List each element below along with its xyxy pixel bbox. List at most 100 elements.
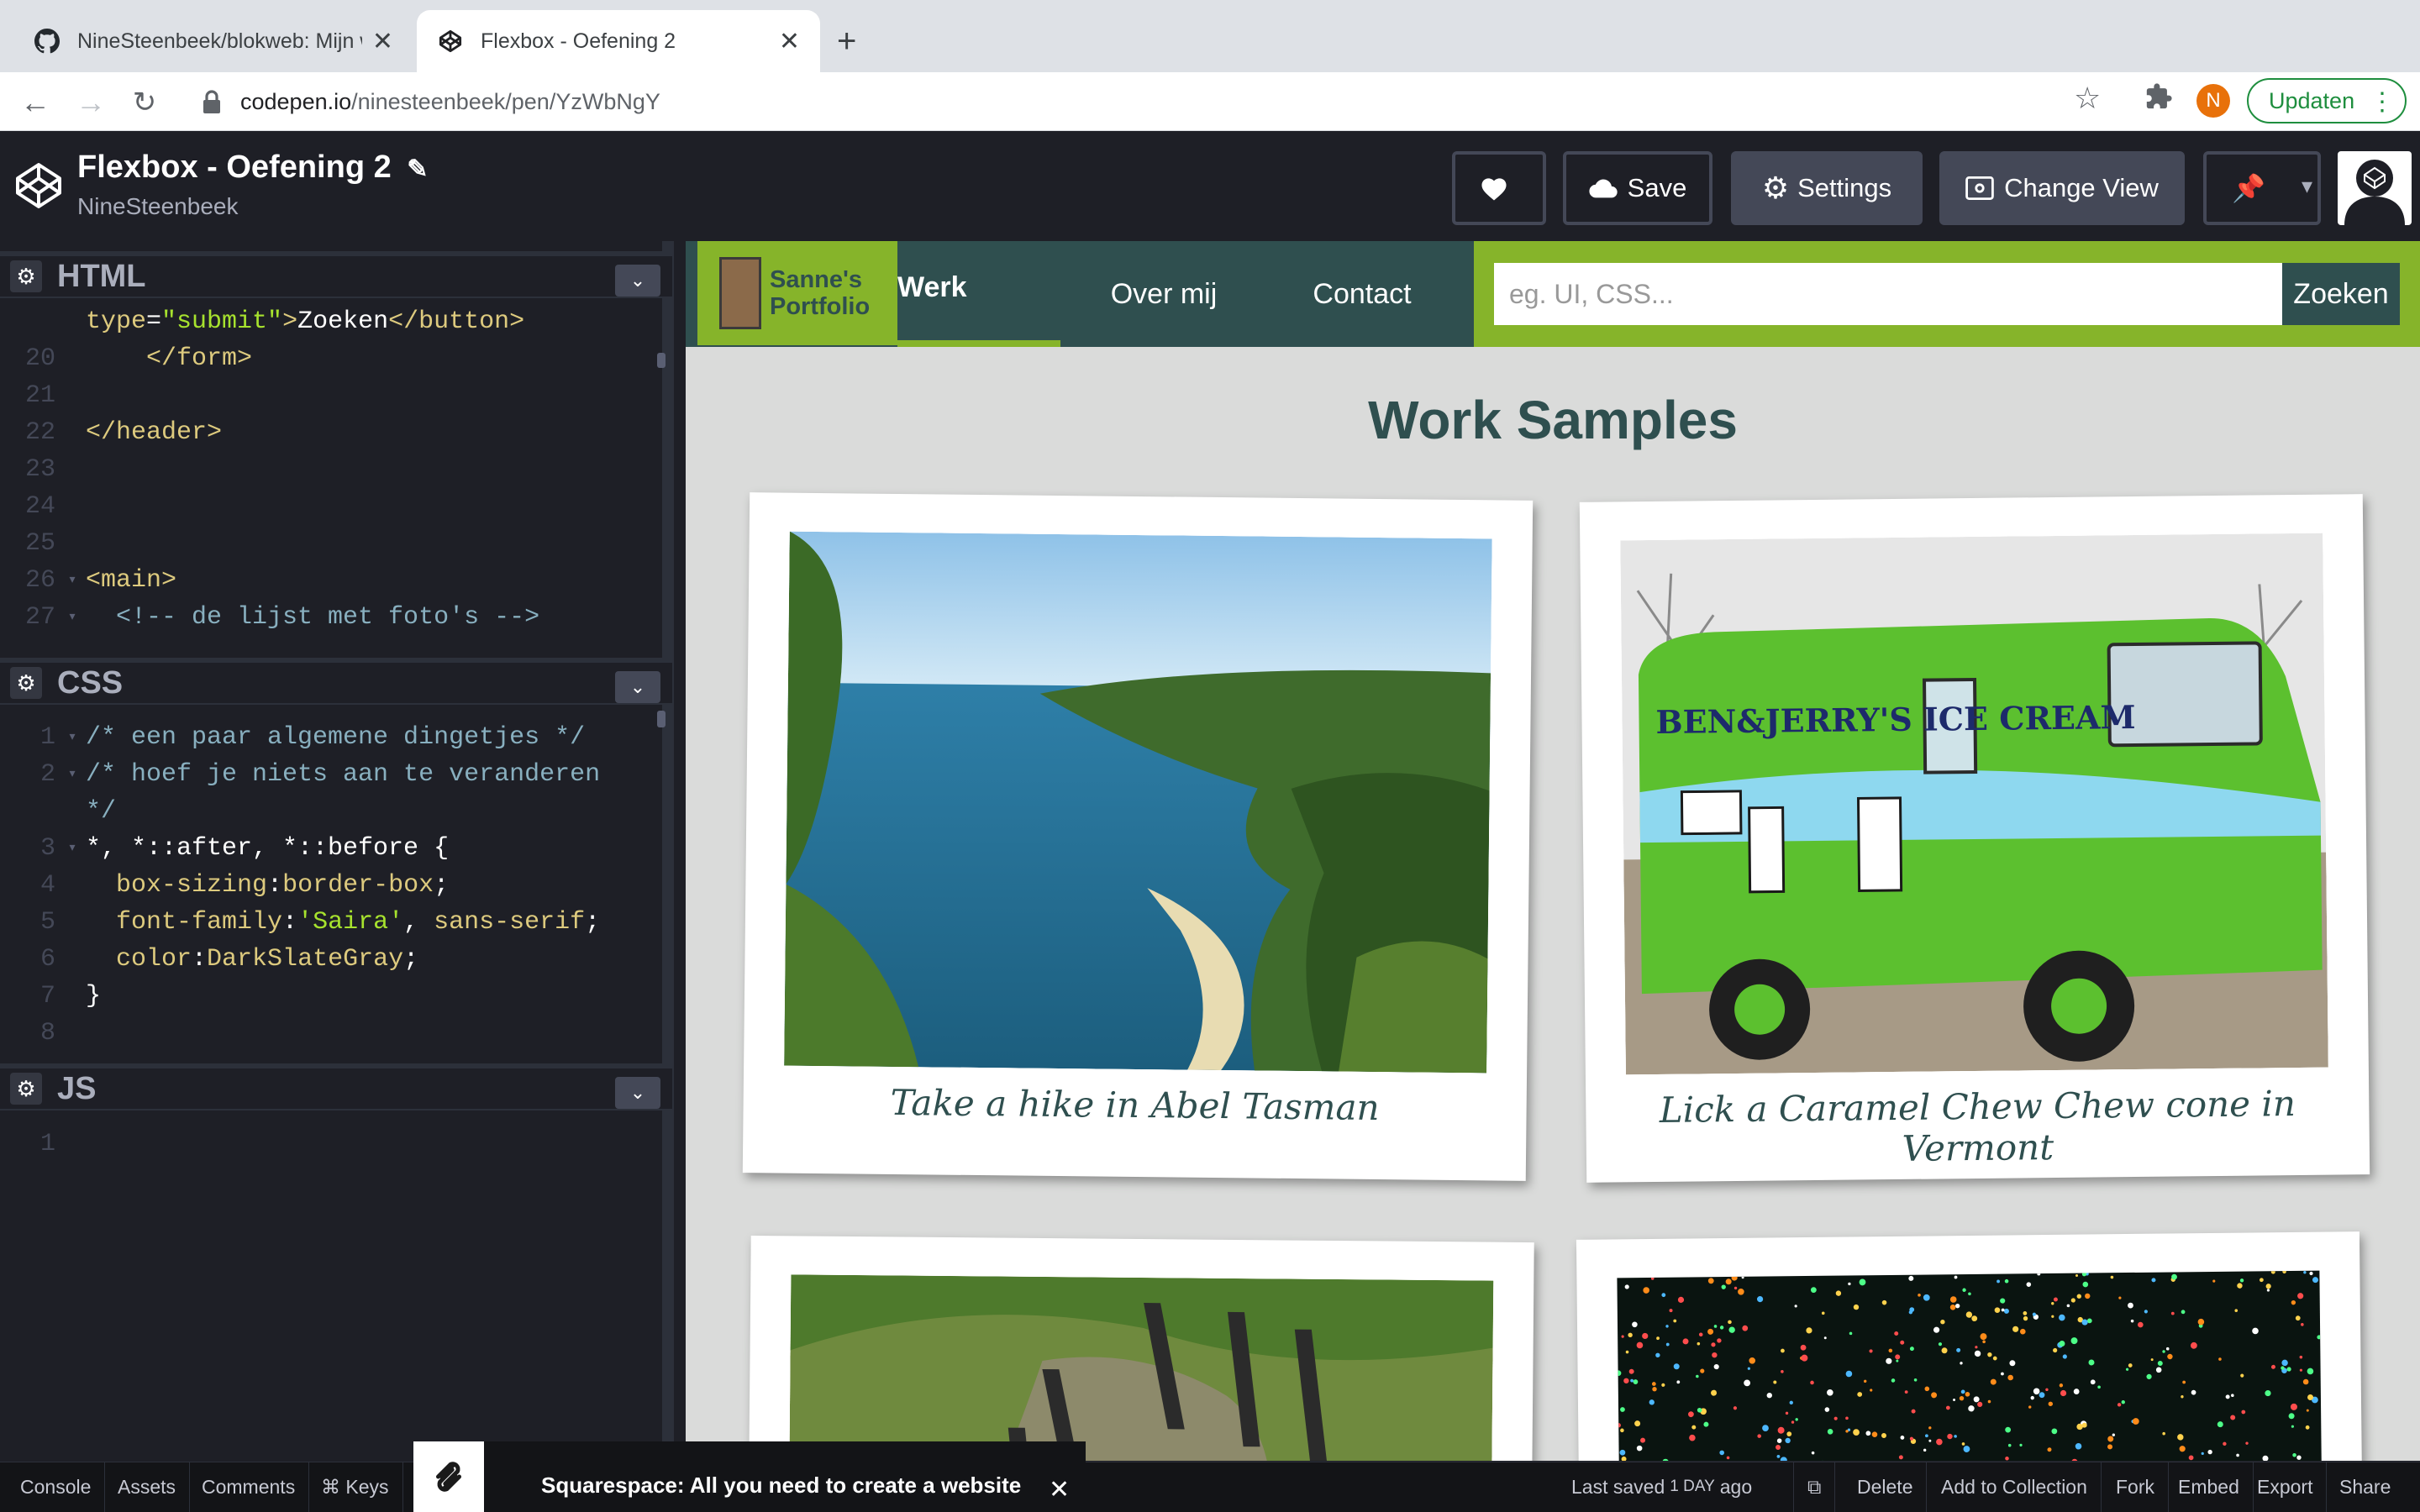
work-card[interactable] — [748, 1235, 1534, 1461]
fork-button[interactable]: Fork — [2102, 1462, 2169, 1512]
fold-arrow-icon[interactable] — [59, 303, 86, 340]
browser-tab-codepen[interactable]: Flexbox - Oefening 2 ✕ — [417, 10, 820, 72]
chevron-down-icon[interactable]: ⌄ — [615, 1077, 660, 1109]
fold-arrow-icon[interactable] — [59, 904, 86, 941]
new-tab-icon[interactable]: + — [837, 22, 856, 60]
more-menu-icon[interactable]: ⋮ — [2370, 87, 2395, 117]
work-card[interactable]: Take a hike in Abel Tasman — [742, 492, 1534, 1181]
add-to-collection-button[interactable]: Add to Collection — [1928, 1462, 2102, 1512]
codepen-logo-icon[interactable] — [13, 156, 64, 215]
code-line[interactable]: 7} — [0, 978, 672, 1015]
fold-arrow-icon[interactable] — [59, 867, 86, 904]
assets-button[interactable]: Assets — [104, 1462, 191, 1512]
html-editor[interactable]: type="submit">Zoeken</button> 20 </form> 2… — [0, 303, 672, 649]
back-icon[interactable]: ← — [13, 81, 57, 124]
close-icon[interactable]: ✕ — [372, 27, 393, 56]
delete-button[interactable]: Delete — [1844, 1462, 1928, 1512]
search-input[interactable] — [1494, 263, 2282, 325]
css-editor-scrollbar[interactable] — [657, 711, 666, 727]
code-line[interactable]: 1 ▾/* een paar algemene dingetjes */ — [0, 719, 672, 756]
profile-avatar[interactable]: N — [2196, 84, 2230, 118]
gear-icon[interactable]: ⚙ — [10, 1073, 42, 1105]
gear-icon[interactable]: ⚙ — [10, 667, 42, 699]
code-line[interactable]: 5 font-family:'Saira', sans-serif; — [0, 904, 672, 941]
fold-arrow-icon[interactable] — [59, 414, 86, 451]
work-card[interactable]: BEN&JERRY'S ICE CREAM Lick a Caramel Che… — [1579, 494, 2370, 1183]
html-editor-scrollbar[interactable] — [657, 353, 666, 368]
share-button[interactable]: Share — [2326, 1462, 2404, 1512]
update-button[interactable]: Updaten ⋮ — [2247, 78, 2407, 123]
code-line[interactable]: 23 — [0, 451, 672, 488]
chevron-down-icon[interactable]: ▾ — [2302, 173, 2312, 199]
code-line[interactable]: 3 ▾ *, *::after, *::before { — [0, 830, 672, 867]
keys-button[interactable]: ⌘ Keys — [308, 1462, 403, 1512]
forward-icon[interactable]: → — [69, 81, 113, 124]
browser-tab-github[interactable]: NineSteenbeek/blokweb: Mijn w ✕ — [13, 10, 413, 72]
fold-arrow-icon[interactable]: ▾ — [59, 562, 86, 599]
code-line[interactable]: 2 ▾/* hoef je niets aan te veranderen — [0, 756, 672, 793]
code-line[interactable]: 8 — [0, 1015, 672, 1052]
code-line[interactable]: 25 — [0, 525, 672, 562]
code-line[interactable]: 27 ▾ <!-- de lijst met foto's --> — [0, 599, 672, 636]
fold-arrow-icon[interactable] — [59, 1015, 86, 1052]
search-button[interactable]: Zoeken — [2282, 263, 2400, 325]
pen-title[interactable]: Flexbox - Oefening 2 ✎ — [77, 150, 428, 186]
fold-arrow-icon[interactable] — [59, 978, 86, 1015]
fold-arrow-icon[interactable] — [59, 377, 86, 414]
code-line[interactable]: 1 — [0, 1126, 672, 1163]
fold-arrow-icon[interactable] — [59, 793, 86, 830]
save-button[interactable]: Save — [1563, 151, 1712, 225]
code-line[interactable]: 26 ▾ <main> — [0, 562, 672, 599]
fold-arrow-icon[interactable]: ▾ — [59, 756, 86, 793]
squarespace-logo-icon[interactable] — [413, 1441, 484, 1512]
pin-button[interactable]: 📌 ▾ — [2203, 151, 2321, 225]
fold-arrow-icon[interactable]: ▾ — [59, 719, 86, 756]
nav-link-over-mij[interactable]: Over mij — [1067, 241, 1260, 347]
fold-arrow-icon[interactable] — [59, 488, 86, 525]
code-line[interactable]: 24 — [0, 488, 672, 525]
open-external-icon[interactable]: ⧉ — [1793, 1462, 1836, 1512]
embed-button[interactable]: Embed — [2165, 1462, 2254, 1512]
love-button[interactable] — [1452, 151, 1546, 225]
code-line[interactable]: 4 box-sizing:border-box; — [0, 867, 672, 904]
work-card[interactable] — [1576, 1231, 2364, 1461]
nav-link-contact[interactable]: Contact — [1265, 241, 1459, 347]
code-line[interactable]: 6 color:DarkSlateGray; — [0, 941, 672, 978]
extensions-puzzle-icon[interactable] — [2144, 82, 2173, 118]
html-pane-header[interactable]: ⚙ HTML ⌄ — [0, 251, 672, 298]
change-view-button[interactable]: Change View — [1939, 151, 2185, 225]
css-editor[interactable]: 1 ▾/* een paar algemene dingetjes */2 ▾/* … — [0, 719, 672, 1057]
close-icon[interactable]: ✕ — [779, 27, 800, 56]
fold-arrow-icon[interactable] — [59, 1126, 86, 1163]
gear-icon[interactable]: ⚙ — [10, 260, 42, 292]
fold-arrow-icon[interactable] — [59, 525, 86, 562]
code-line[interactable]: 21 — [0, 377, 672, 414]
code-line[interactable]: 20 </form> — [0, 340, 672, 377]
fold-arrow-icon[interactable]: ▾ — [59, 830, 86, 867]
fold-arrow-icon[interactable]: ▾ — [59, 599, 86, 636]
site-logo[interactable]: Sanne's Portfolio — [697, 241, 897, 345]
code-line[interactable]: type="submit">Zoeken</button> — [0, 303, 672, 340]
chevron-down-icon[interactable]: ⌄ — [615, 671, 660, 703]
ad-text[interactable]: Squarespace: All you need to create a we… — [541, 1462, 1021, 1509]
settings-button[interactable]: ⚙ Settings — [1731, 151, 1923, 225]
chevron-down-icon[interactable]: ⌄ — [615, 265, 660, 297]
console-button[interactable]: Console — [7, 1462, 106, 1512]
js-pane-header[interactable]: ⚙ JS ⌄ — [0, 1063, 672, 1110]
code-line[interactable]: 22 </header> — [0, 414, 672, 451]
address-bar[interactable]: codepen.io/ninesteenbeek/pen/YzWbNgY — [182, 81, 2123, 122]
css-pane-header[interactable]: ⚙ CSS ⌄ — [0, 658, 672, 705]
bookmark-star-icon[interactable]: ☆ — [2074, 81, 2101, 116]
code-line[interactable]: */ — [0, 793, 672, 830]
fold-arrow-icon[interactable] — [59, 451, 86, 488]
comments-button[interactable]: Comments — [188, 1462, 310, 1512]
user-avatar[interactable] — [2338, 151, 2412, 225]
nav-link-werk[interactable]: Werk — [897, 241, 1060, 347]
fold-arrow-icon[interactable] — [59, 941, 86, 978]
fold-arrow-icon[interactable] — [59, 340, 86, 377]
pencil-icon[interactable]: ✎ — [407, 155, 428, 183]
close-icon[interactable]: ✕ — [1049, 1475, 1070, 1504]
reload-icon[interactable]: ↻ — [123, 81, 166, 124]
export-button[interactable]: Export — [2244, 1462, 2328, 1512]
js-editor[interactable]: 1 — [0, 1126, 672, 1453]
